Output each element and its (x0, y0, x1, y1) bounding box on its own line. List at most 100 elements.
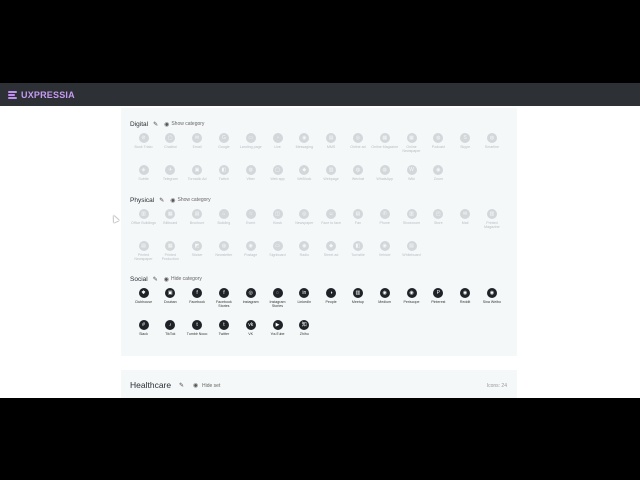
icon-item[interactable]: ◆ Street ad (318, 241, 345, 257)
icon-item[interactable]: ◉ Reddit (452, 288, 479, 304)
app-logo[interactable]: UXPRESSIA (8, 90, 75, 100)
icon-item[interactable]: ◎ Newspaper (291, 209, 318, 225)
icon-item[interactable]: ⌂ Building (210, 209, 237, 225)
channel-icon: ◉ (379, 241, 390, 251)
icon-label: Newspaper (295, 221, 314, 225)
icon-item[interactable]: t Twitter (210, 320, 237, 336)
icon-item[interactable]: ◔ Live (264, 133, 291, 149)
icon-item[interactable]: ◈ Subtle (130, 165, 157, 181)
channel-icon: ⌂ (218, 209, 229, 219)
icon-item[interactable]: ◍ Smarline (478, 133, 505, 149)
icon-item[interactable]: ◍ Podcast (425, 133, 452, 149)
icon-item[interactable]: ▢ Web app (264, 165, 291, 181)
icon-item[interactable]: ▣ Douban (157, 288, 184, 304)
eye-icon[interactable]: ◉ (170, 197, 175, 204)
eye-icon[interactable]: ◉ (164, 121, 169, 128)
icon-item[interactable]: ◰ Store (425, 209, 452, 225)
icon-item[interactable]: 知 Zhihu (291, 320, 318, 336)
icon-item[interactable]: t Tumblr Nooo (184, 320, 211, 336)
icon-item[interactable]: P Pinterest (425, 288, 452, 304)
icon-item[interactable]: ▦ Online Magazine (371, 133, 398, 149)
icon-item[interactable]: ▤ MMS (318, 133, 345, 149)
edit-pencil-icon[interactable]: ✎ (153, 121, 158, 128)
eye-icon[interactable]: ◉ (164, 276, 169, 283)
icon-item[interactable]: ◍ Newsletter (210, 241, 237, 257)
icon-item[interactable]: ▤ Fax (344, 209, 371, 225)
icon-item[interactable]: ◫ Kiosk (264, 209, 291, 225)
channel-icon: ◑ (326, 288, 337, 298)
icon-item[interactable]: ▤ Printed Newspaper (130, 241, 157, 261)
icon-item[interactable]: ◎ Instagram (237, 288, 264, 304)
icon-item[interactable]: ☺ Face to face (318, 209, 345, 225)
icon-item[interactable]: ▢ Chatbot (157, 133, 184, 149)
icon-label: Billboard (163, 221, 178, 225)
icon-item[interactable]: ▭ Signboard (264, 241, 291, 257)
icon-item[interactable]: ◍ Wechat (344, 165, 371, 181)
toggle-category-link[interactable]: Show category (178, 197, 211, 203)
icon-item[interactable]: ▦ Billboard (157, 209, 184, 225)
icon-item[interactable]: ◎ Online ad (344, 133, 371, 149)
icon-item[interactable]: ✱ Clubhouse (130, 288, 157, 304)
icon-item[interactable]: ▥ Office Buildings (130, 209, 157, 225)
icon-item[interactable]: ▭ Landing page (237, 133, 264, 149)
icon-item[interactable]: ◉ Sina Weibo (478, 288, 505, 304)
icon-item[interactable]: ◉ Vehicle (371, 241, 398, 257)
icon-item[interactable]: ☆ Event (237, 209, 264, 225)
icon-item[interactable]: ▥ Webpage (318, 165, 345, 181)
hide-set-link[interactable]: Hide set (202, 383, 220, 389)
icon-label: MMS (326, 145, 336, 149)
icon-item[interactable]: ⊘ Book Trialo (130, 133, 157, 149)
channel-icon: ◧ (352, 241, 363, 251)
icon-item[interactable]: ◉ Periscope (398, 288, 425, 304)
icon-item[interactable]: ◑ People (318, 288, 345, 304)
channel-icon: ◆ (299, 165, 310, 175)
icon-item[interactable]: f Facebook (184, 288, 211, 304)
icon-item[interactable]: ◌ Instagram Stories (264, 288, 291, 308)
icon-item[interactable]: ✉ Email (184, 133, 211, 149)
icon-item[interactable]: ✆ Phone (371, 209, 398, 225)
channel-icon: ✱ (138, 288, 149, 298)
icon-label: Email (192, 145, 202, 149)
toggle-category-link[interactable]: Show category (171, 121, 204, 127)
edit-pencil-icon[interactable]: ✎ (153, 276, 158, 283)
icon-item[interactable]: ▶ YouTube (264, 320, 291, 336)
icon-item[interactable]: ✉ Mail (452, 209, 479, 225)
channel-icon: W (406, 165, 417, 175)
icon-item[interactable]: ◉ Messaging (291, 133, 318, 149)
icon-item[interactable]: G Google (210, 133, 237, 149)
icon-item[interactable]: S Skype (452, 133, 479, 149)
icon-item[interactable]: ▤ Whiteboard (398, 241, 425, 257)
icon-item[interactable]: f Facebook Stories (210, 288, 237, 308)
icon-item[interactable]: in LinkedIn (291, 288, 318, 304)
icon-item[interactable]: vk VK (237, 320, 264, 336)
icon-item[interactable]: ◉ Zoom (425, 165, 452, 181)
icon-item[interactable]: ◧ Turnstile (344, 241, 371, 257)
channel-icon: ◉ (379, 288, 390, 298)
icon-item[interactable]: W Wiki (398, 165, 425, 181)
icon-item[interactable]: ◉ Medium (371, 288, 398, 304)
eye-icon[interactable]: ◉ (193, 382, 198, 389)
icon-item[interactable]: ◉ Radio (291, 241, 318, 257)
icon-item[interactable]: ◉ Postage (237, 241, 264, 257)
icon-item[interactable]: ◆ WeBlock (291, 165, 318, 181)
icon-item[interactable]: ▥ Printed Magazine (478, 209, 505, 229)
edit-pencil-icon[interactable]: ✎ (179, 382, 184, 389)
icon-item[interactable]: ◩ Sticker (184, 241, 211, 257)
icon-item[interactable]: # Slack (130, 320, 157, 336)
icon-item[interactable]: ◍ WhatsApp (371, 165, 398, 181)
icon-item[interactable]: ♪ TikTok (157, 320, 184, 336)
icon-item[interactable]: ▣ Tornadic Ad (184, 165, 211, 181)
icon-item[interactable]: ▥ Meetup (344, 288, 371, 304)
icon-item[interactable]: ◍ Viber (237, 165, 264, 181)
icon-item[interactable]: ▤ Brochure (184, 209, 211, 225)
icon-item[interactable]: ✈ Telegram (157, 165, 184, 181)
icon-item[interactable]: ▦ Printed Production (157, 241, 184, 261)
edit-pencil-icon[interactable]: ✎ (159, 197, 164, 204)
toggle-category-link[interactable]: Hide category (171, 276, 202, 282)
icon-label: Sina Weibo (482, 300, 502, 304)
icon-item[interactable]: ▥ Showroom (398, 209, 425, 225)
browser-viewport: UXPRESSIA Digital ✎ ◉ Show category ⊘ Book Tr… (0, 83, 640, 398)
icon-item[interactable]: ◧ Twitch (210, 165, 237, 181)
icon-item[interactable]: ▦ Online Newspaper (398, 133, 425, 153)
channel-icon: ▣ (165, 288, 176, 298)
